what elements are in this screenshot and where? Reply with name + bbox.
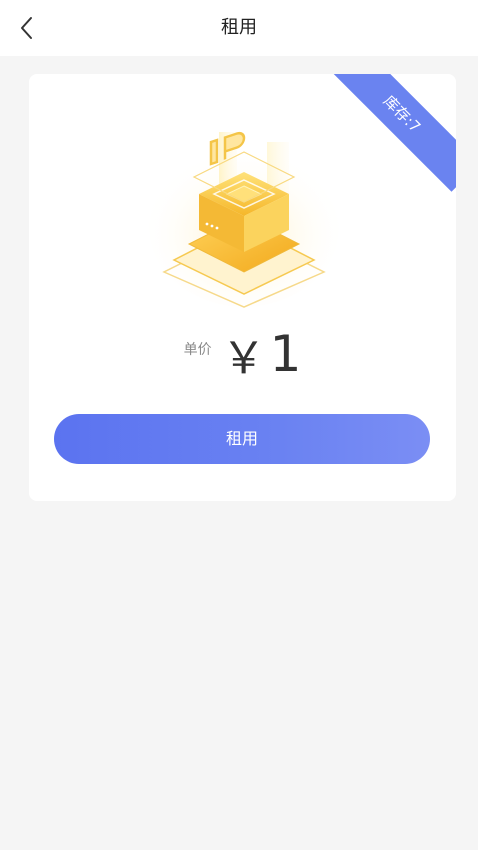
- stock-ribbon: 库存:7: [320, 74, 456, 210]
- unit-price-label: 单价: [183, 342, 212, 358]
- price-value: 1: [269, 325, 302, 383]
- price-row: 单价 ￥ 1: [29, 324, 456, 384]
- top-nav-bar: 租用: [0, 0, 478, 56]
- stock-ribbon-label: 库存:7: [324, 74, 456, 192]
- page-title: 租用: [221, 17, 257, 38]
- rental-card: 库存:7 单价 ￥ 1 租用: [29, 74, 456, 501]
- currency-symbol: ￥: [221, 333, 266, 384]
- ip-chip-icon: [149, 131, 339, 308]
- rent-button[interactable]: 租用: [54, 414, 430, 464]
